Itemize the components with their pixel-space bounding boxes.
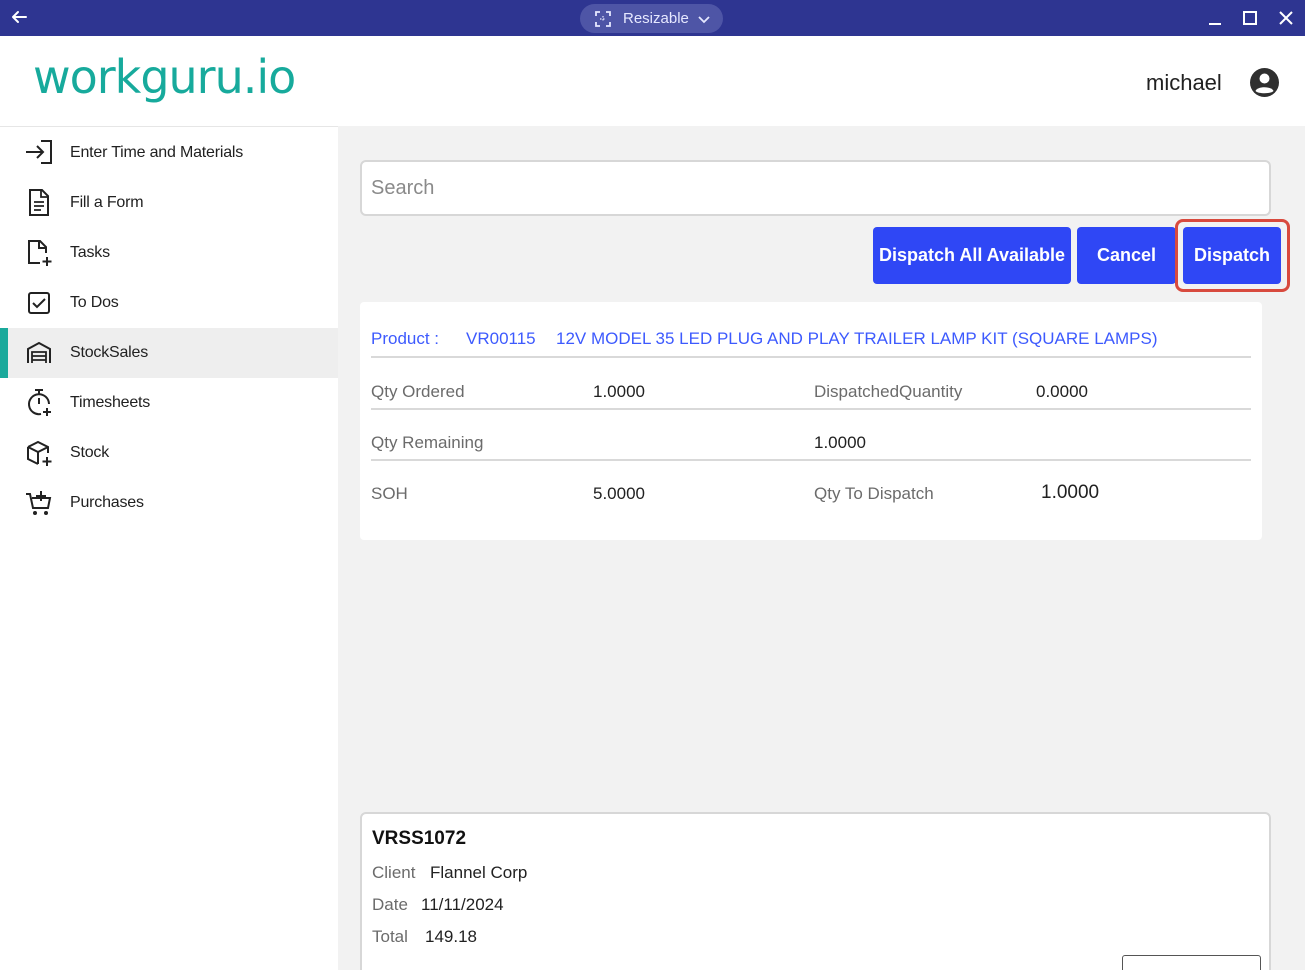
stopwatch-add-icon (28, 389, 51, 416)
order-summary-card[interactable]: VRSS1072 Client Flannel Corp Date 11/11/… (360, 812, 1271, 970)
qty-ordered-label: Qty Ordered (371, 382, 465, 401)
warehouse-icon (27, 341, 51, 363)
date-value: 11/11/2024 (421, 895, 504, 914)
box-add-icon (27, 440, 52, 466)
user-name[interactable]: michael (1146, 70, 1222, 96)
product-dispatch-card: Product : VR00115 12V MODEL 35 LED PLUG … (360, 302, 1262, 540)
sidebar-item-label: Enter Time and Materials (70, 144, 244, 161)
product-name: 12V MODEL 35 LED PLUG AND PLAY TRAILER L… (556, 329, 1158, 348)
resizable-mode-button[interactable]: Resizable (580, 4, 723, 33)
resize-icon (595, 10, 611, 27)
sidebar-item-stocksales[interactable]: StockSales (0, 328, 338, 378)
order-action-button[interactable] (1122, 955, 1261, 970)
soh-value: 5.0000 (593, 484, 645, 503)
sidebar-item-label: Tasks (70, 244, 110, 261)
dispatched-quantity-label: DispatchedQuantity (814, 382, 963, 401)
sidebar-item-tasks[interactable]: Tasks (0, 228, 338, 278)
dispatch-button[interactable]: Dispatch (1183, 227, 1281, 284)
client-label: Client (372, 863, 416, 882)
sidebar-item-fill-a-form[interactable]: Fill a Form (0, 178, 338, 228)
product-prefix: Product : (371, 329, 440, 348)
maximize-icon[interactable] (1241, 9, 1259, 27)
sidebar-item-label: Fill a Form (70, 194, 144, 211)
minimize-icon[interactable] (1206, 9, 1224, 27)
chevron-down-icon (698, 15, 710, 23)
task-add-icon (28, 240, 52, 266)
dispatched-quantity-value: 0.0000 (1036, 382, 1088, 401)
cancel-button[interactable]: Cancel (1077, 227, 1176, 284)
resizable-mode-label: Resizable (623, 10, 689, 27)
app-header: workguru.io michael (0, 36, 1305, 126)
back-arrow-icon[interactable] (8, 6, 30, 28)
sidebar-item-label: StockSales (70, 344, 149, 361)
date-label: Date (372, 895, 408, 914)
sidebar-item-stock[interactable]: Stock (0, 428, 338, 478)
total-label: Total (372, 927, 408, 946)
order-number: VRSS1072 (372, 828, 467, 849)
workguru-logo[interactable]: workguru.io (33, 50, 296, 104)
document-icon (29, 189, 49, 216)
sidebar-item-timesheets[interactable]: Timesheets (0, 378, 338, 428)
sidebar-item-enter-time-and-materials[interactable]: Enter Time and Materials (0, 128, 338, 178)
search-box (360, 160, 1271, 216)
login-arrow-icon (26, 140, 52, 164)
cart-add-icon (26, 491, 52, 515)
divider (371, 356, 1251, 358)
product-code: VR00115 (466, 329, 536, 348)
divider (371, 459, 1251, 461)
sidebar-item-label: To Dos (70, 294, 119, 311)
qty-remaining-value: 1.0000 (814, 433, 866, 452)
client-value: Flannel Corp (430, 863, 528, 882)
sidebar-nav: Enter Time and Materials Fill a Form Tas… (0, 126, 338, 970)
qty-ordered-value: 1.0000 (593, 382, 645, 401)
divider (371, 408, 1251, 410)
soh-label: SOH (371, 484, 408, 503)
sidebar-item-purchases[interactable]: Purchases (0, 478, 338, 528)
account-avatar-icon[interactable] (1249, 67, 1280, 98)
sidebar-item-to-dos[interactable]: To Dos (0, 278, 338, 328)
qty-to-dispatch-label: Qty To Dispatch (814, 484, 934, 503)
sidebar-item-label: Stock (70, 444, 110, 461)
sidebar-item-label: Timesheets (70, 394, 151, 411)
qty-to-dispatch-input[interactable]: 1.0000 (1041, 482, 1099, 504)
total-value: 149.18 (425, 927, 477, 946)
sidebar-item-label: Purchases (70, 494, 144, 511)
checkbox-icon (28, 292, 50, 314)
qty-remaining-label: Qty Remaining (371, 433, 484, 452)
dispatch-all-available-button[interactable]: Dispatch All Available (873, 227, 1071, 284)
close-icon[interactable] (1277, 9, 1295, 27)
search-input[interactable] (362, 162, 1269, 214)
window-titlebar: Resizable (0, 0, 1305, 36)
